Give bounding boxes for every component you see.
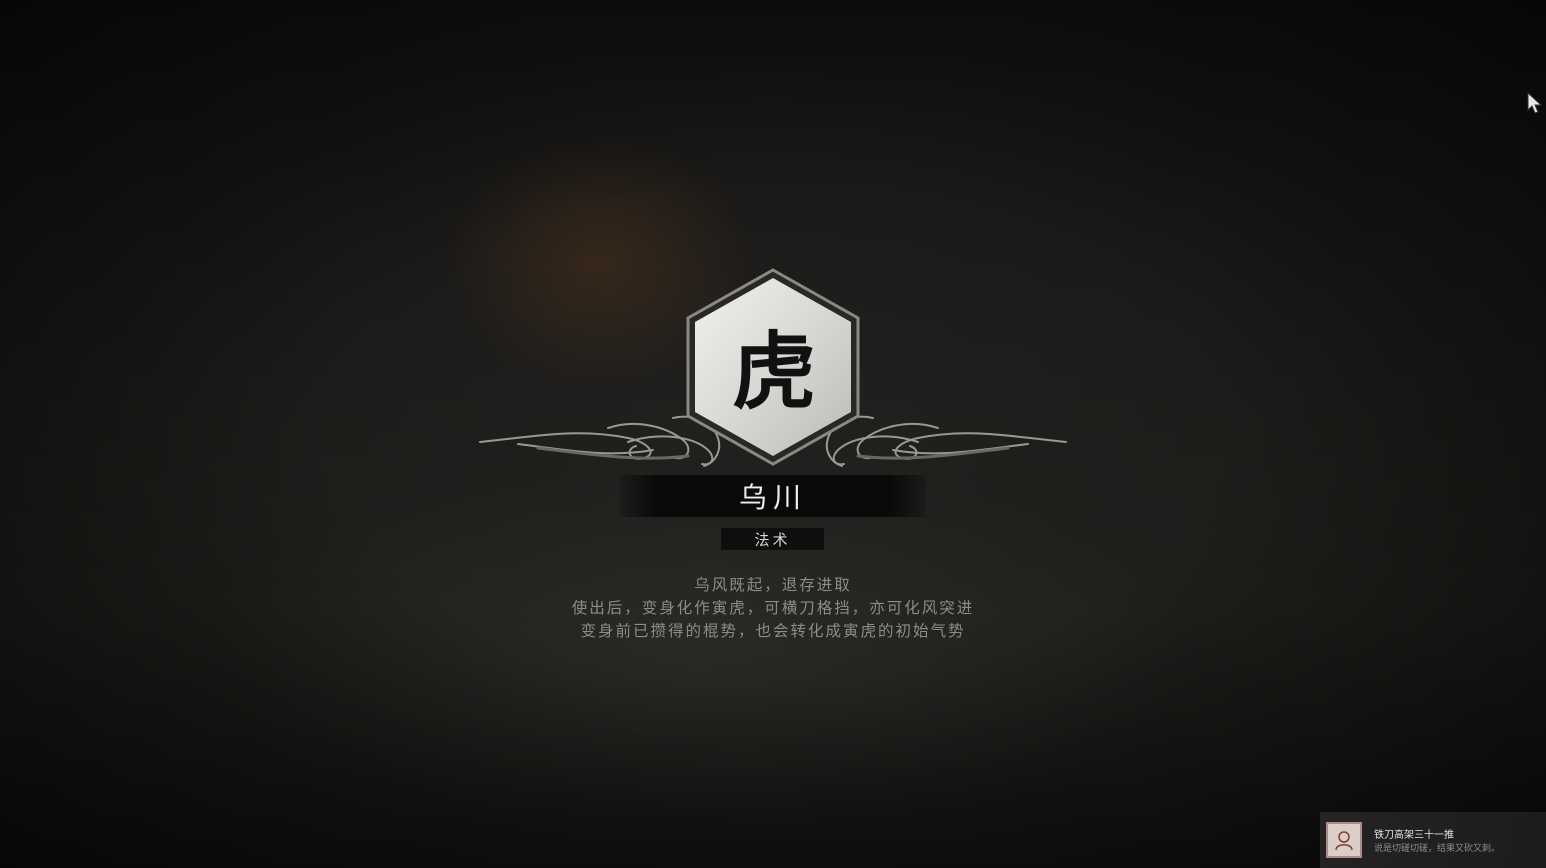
- spell-description: 乌风既起，退存进取 使出后，变身化作寅虎，可横刀格挡，亦可化风突进 变身前已攒得…: [473, 574, 1073, 643]
- character-portrait-icon: [1326, 822, 1362, 858]
- spell-name-banner: 乌川: [620, 475, 926, 517]
- notification-subtitle: 说是切磋切磋，结果又砍又刺。: [1374, 844, 1501, 854]
- achievement-notification[interactable]: 铁刀高架三十一推 说是切磋切磋，结果又砍又刺。: [1320, 812, 1546, 868]
- spell-type: 法术: [754, 530, 791, 549]
- description-line: 变身前已攒得的棍势，也会转化成寅虎的初始气势: [580, 622, 966, 640]
- spell-name: 乌川: [738, 481, 807, 514]
- spell-type-badge: 法术: [721, 528, 824, 550]
- description-line: 乌风既起，退存进取: [694, 576, 852, 594]
- emblem-character: 虎: [731, 321, 816, 421]
- description-line: 使出后，变身化作寅虎，可横刀格挡，亦可化风突进: [571, 599, 975, 617]
- notification-title: 铁刀高架三十一推: [1374, 830, 1454, 841]
- mouse-cursor-icon: [1527, 92, 1543, 114]
